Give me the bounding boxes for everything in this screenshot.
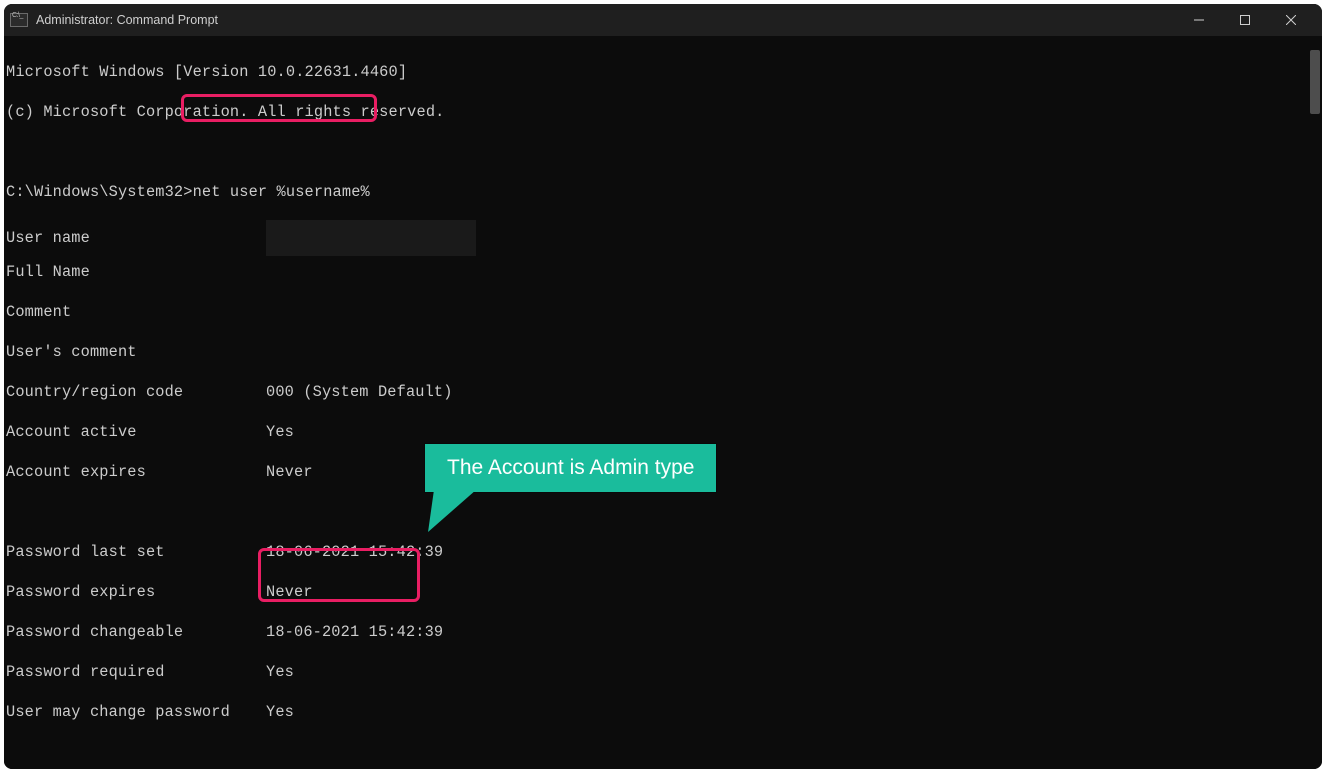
callout-tail-icon xyxy=(428,490,476,532)
maximize-button[interactable] xyxy=(1222,4,1268,36)
close-button[interactable] xyxy=(1268,4,1314,36)
output-line: Password changeable18-06-2021 15:42:39 xyxy=(6,622,1308,642)
output-line: User name xyxy=(6,222,1308,242)
redacted-block xyxy=(266,220,476,256)
minimize-button[interactable] xyxy=(1176,4,1222,36)
output-line: User may change passwordYes xyxy=(6,702,1308,722)
cmd-app-icon xyxy=(10,13,28,27)
terminal-client-area[interactable]: Microsoft Windows [Version 10.0.22631.44… xyxy=(4,36,1322,769)
terminal-output: Microsoft Windows [Version 10.0.22631.44… xyxy=(6,42,1308,769)
prompt-command: net user %username% xyxy=(193,183,370,201)
prompt-line: C:\Windows\System32>net user %username% xyxy=(6,182,1308,202)
output-line: Password last set18-06-2021 15:42:39 xyxy=(6,542,1308,562)
output-line: Account activeYes xyxy=(6,422,1308,442)
command-prompt-window: Administrator: Command Prompt Microsoft … xyxy=(4,4,1322,769)
annotation-callout: The Account is Admin type xyxy=(425,444,716,492)
vertical-scrollbar[interactable] xyxy=(1310,50,1320,114)
output-line: Microsoft Windows [Version 10.0.22631.44… xyxy=(6,62,1308,82)
titlebar[interactable]: Administrator: Command Prompt xyxy=(4,4,1322,36)
callout-text: The Account is Admin type xyxy=(447,456,694,479)
prompt-path: C:\Windows\System32> xyxy=(6,183,193,201)
output-line: Password requiredYes xyxy=(6,662,1308,682)
output-line: Password expiresNever xyxy=(6,582,1308,602)
output-line: Country/region code000 (System Default) xyxy=(6,382,1308,402)
output-line: Full Name xyxy=(6,262,1308,282)
output-line: (c) Microsoft Corporation. All rights re… xyxy=(6,102,1308,122)
window-title: Administrator: Command Prompt xyxy=(36,13,218,27)
window-controls xyxy=(1176,4,1314,36)
output-line: User's comment xyxy=(6,342,1308,362)
output-line: Comment xyxy=(6,302,1308,322)
